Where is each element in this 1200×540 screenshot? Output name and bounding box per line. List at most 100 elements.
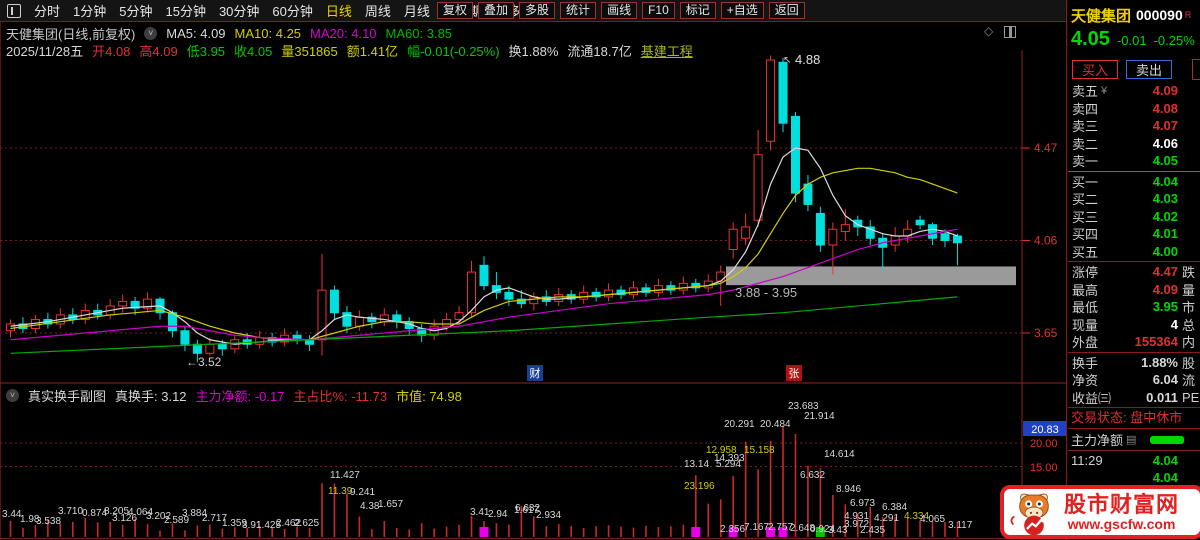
svg-text:20.00: 20.00 [1030, 438, 1058, 450]
button-买入[interactable]: 买入 [1072, 59, 1118, 79]
quote-sidebar: 天健集团 000090 R 4.05 -0.01 -0.25% 买入 卖出 卖五 ¥… [1068, 0, 1200, 540]
tool-button-返回[interactable]: 返回 [768, 2, 805, 19]
quote-row-买四[interactable]: 买四 4.01 [1068, 225, 1200, 243]
text-segment: 高4.09 [139, 44, 178, 59]
text-segment: 量351865 [281, 44, 338, 59]
tool-button-F10[interactable]: F10 [642, 2, 675, 19]
quote-row-卖二[interactable]: 卖二 4.06 [1068, 135, 1200, 153]
menu-item-5分钟[interactable]: 5分钟 [119, 1, 152, 20]
svg-text:14.614: 14.614 [824, 449, 855, 460]
tick-row: 11:29 4.04 [1068, 452, 1200, 469]
row-label: 最高 [1072, 282, 1099, 298]
trade-buttons: 买入 卖出 [1068, 56, 1200, 82]
tool-button-叠加[interactable]: 叠加 [478, 2, 515, 19]
list-icon[interactable]: ▤ [1126, 433, 1136, 446]
diamond-icon[interactable]: ◇ [984, 24, 993, 38]
svg-text:8.946: 8.946 [836, 484, 861, 495]
text-segment: 额1.41亿 [346, 44, 399, 59]
quote-row-买三[interactable]: 买三 4.02 [1068, 208, 1200, 226]
menu-item-60分钟[interactable]: 60分钟 [272, 1, 312, 20]
row-label: 买二 [1072, 192, 1099, 208]
svg-text:7.167: 7.167 [744, 522, 769, 533]
quote-row-买五[interactable]: 买五 4.00 [1068, 243, 1200, 261]
stock-name: 天健集团 [1071, 7, 1132, 25]
indicator-values: 真实换手副图 真换手: 3.12 主力净额: -0.17 主占比%: -11.73 市值… [28, 386, 462, 405]
quote-row-净资[interactable]: 净资 6.04 流 [1068, 371, 1200, 389]
row-label: 收益㈢ [1072, 390, 1112, 406]
quote-row-卖一[interactable]: 卖一 4.05 [1068, 152, 1200, 170]
menu-item-月线[interactable]: 月线 [404, 1, 430, 20]
tool-button-标记[interactable]: 标记 [679, 2, 716, 19]
svg-text:20.83: 20.83 [1031, 424, 1059, 436]
tool-button-多股[interactable]: 多股 [519, 2, 556, 19]
price-change: -0.01 [1116, 33, 1147, 48]
candlestick-chart[interactable]: 4.47 4.06 3.65 ↖ 4.88 ←3.52 3.88 - 3.95 财 张 20.00… [0, 50, 1068, 540]
svg-text:4.291: 4.291 [874, 513, 899, 524]
price-change-pct: -0.25% [1153, 33, 1195, 48]
svg-text:6.632: 6.632 [515, 503, 540, 514]
row-value: 4.01 [1152, 226, 1178, 242]
menu-item-日线[interactable]: 日线 [326, 1, 352, 20]
row-value: 4.00 [1152, 243, 1178, 259]
toolbar: 复权 叠加 多股 统计 画线 F10 标记 +自选 返回 [437, 2, 805, 19]
quote-row-卖三[interactable]: 卖三 4.07 [1068, 117, 1200, 135]
menu-item-15分钟[interactable]: 15分钟 [165, 1, 205, 20]
indicator-header: ˅ 真实换手副图 真换手: 3.12 主力净额: -0.17 主占比%: -11.73… [6, 386, 462, 405]
split-view-icon[interactable] [1004, 26, 1016, 38]
menu-item-周线[interactable]: 周线 [365, 1, 391, 20]
svg-text:↖: ↖ [783, 55, 791, 66]
divider [1068, 407, 1200, 408]
quote-row-卖四[interactable]: 卖四 4.08 [1068, 100, 1200, 118]
order-book: 卖五 ¥4.09 卖四 4.08 卖三 4.07 卖二 4.06 卖一 4.05 买一 4.04 买二 4… [1068, 82, 1200, 406]
quote-row-涨停[interactable]: 涨停 4.47 跌 [1068, 263, 1200, 281]
text-segment: 市值: 74.98 [396, 389, 462, 404]
tool-button-统计[interactable]: 统计 [560, 2, 597, 19]
text-segment: 基建工程 [640, 44, 693, 59]
menu-item-1分钟[interactable]: 1分钟 [73, 1, 106, 20]
quote-row-收益㈢[interactable]: 收益㈢ 0.011 PE [1068, 389, 1200, 407]
row-label: 卖一 [1072, 154, 1099, 170]
tool-button-复权[interactable]: 复权 [437, 2, 474, 19]
clipped-label: 市 [1182, 300, 1196, 316]
tool-button-+自选[interactable]: +自选 [720, 2, 764, 19]
tool-button-画线[interactable]: 画线 [601, 2, 638, 19]
svg-text:3.710: 3.710 [58, 506, 83, 517]
clipped-button[interactable] [1192, 59, 1200, 80]
watermark-url: www.gscfw.com [1067, 515, 1176, 532]
svg-text:6.973: 6.973 [850, 498, 875, 509]
quote-row-买二[interactable]: 买二 4.03 [1068, 190, 1200, 208]
menu-item-30分钟[interactable]: 30分钟 [219, 1, 259, 20]
quote-row-最低[interactable]: 最低 3.95 市 [1068, 298, 1200, 316]
button-卖出[interactable]: 卖出 [1126, 59, 1172, 79]
row-value: 4.04 [1152, 173, 1178, 189]
chevron-down-icon[interactable]: ˅ [6, 389, 19, 402]
row-value: 4.03 [1152, 191, 1178, 207]
svg-text:2.94: 2.94 [488, 509, 508, 520]
quote-row-买一[interactable]: 买一 4.04 [1068, 173, 1200, 191]
tick-price: 4.04 [1152, 470, 1178, 485]
row-value: 4.09 [1152, 83, 1178, 99]
svg-text:2.625: 2.625 [294, 518, 319, 529]
clipped-label: 量 [1182, 282, 1196, 298]
svg-text:9.241: 9.241 [350, 487, 375, 498]
row-label: 换手 [1072, 355, 1099, 371]
svg-text:20.484: 20.484 [760, 419, 791, 430]
quote-row-最高[interactable]: 最高 4.09 量 [1068, 281, 1200, 299]
layout-toggle-icon[interactable] [7, 3, 21, 18]
svg-text:←3.52: ←3.52 [186, 355, 222, 369]
menu-item-分时[interactable]: 分时 [34, 1, 60, 20]
trading-app-window: 分时1分钟5分钟15分钟30分钟60分钟日线周线月线多周期更多 > 复权叠加多股… [0, 0, 1200, 540]
svg-text:20.291: 20.291 [724, 419, 755, 430]
divider [1068, 450, 1200, 451]
svg-text:3.88 - 3.95: 3.88 - 3.95 [735, 285, 797, 300]
quote-row-卖五[interactable]: 卖五 ¥4.09 [1068, 82, 1200, 100]
row-label: 涨停 [1072, 265, 1099, 281]
divider [1068, 428, 1200, 429]
quote-row-外盘[interactable]: 外盘 155364 内 [1068, 333, 1200, 351]
quote-row-现量[interactable]: 现量 4 总 [1068, 316, 1200, 334]
clipped-label: 内 [1182, 335, 1196, 351]
svg-text:4.065: 4.065 [920, 514, 945, 525]
text-segment: MA10: 4.25 [234, 26, 302, 41]
chevron-down-icon[interactable]: ˅ [144, 27, 158, 40]
quote-row-换手[interactable]: 换手 1.88% 股 [1068, 354, 1200, 372]
